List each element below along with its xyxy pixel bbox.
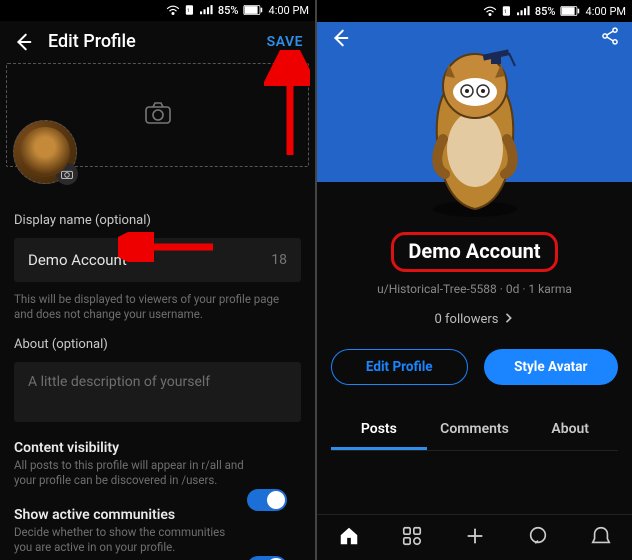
share-icon[interactable] xyxy=(600,26,620,50)
camera-icon xyxy=(145,102,171,128)
style-avatar-label: Style Avatar xyxy=(514,359,587,375)
profile-subline: u/Historical-Tree-5588 · 0d · 1 karma xyxy=(331,282,618,296)
battery-percent: 85% xyxy=(218,4,239,17)
status-bar: 1 85% 4:00 PM xyxy=(317,0,632,22)
page-title: Edit Profile xyxy=(48,31,267,52)
signal-icon xyxy=(200,4,214,16)
battery-icon xyxy=(560,5,580,17)
svg-text:1: 1 xyxy=(187,8,190,14)
sim-icon: 1 xyxy=(501,5,513,17)
wifi-icon xyxy=(483,5,497,17)
about-input[interactable]: A little description of yourself xyxy=(14,362,301,422)
edit-profile-header: Edit Profile SAVE xyxy=(0,21,315,63)
tab-posts[interactable]: Posts xyxy=(331,411,427,450)
svg-text:1: 1 xyxy=(504,9,507,15)
camera-icon xyxy=(56,163,78,185)
avatar-upload[interactable] xyxy=(13,120,77,184)
style-avatar-button[interactable]: Style Avatar xyxy=(484,349,619,385)
followers-label: 0 followers xyxy=(435,312,499,327)
back-arrow-icon[interactable] xyxy=(329,27,351,49)
clock-text: 4:00 PM xyxy=(586,5,626,18)
profile-avatar xyxy=(405,44,545,219)
inbox-icon[interactable] xyxy=(590,525,612,551)
edit-profile-label: Edit Profile xyxy=(366,359,433,375)
create-post-icon[interactable] xyxy=(464,525,486,551)
profile-screen: 1 85% 4:00 PM xyxy=(317,0,632,560)
about-label: About (optional) xyxy=(14,337,301,352)
discover-icon[interactable] xyxy=(401,525,423,551)
wifi-icon xyxy=(166,4,180,16)
show-communities-toggle[interactable] xyxy=(247,556,287,560)
display-name-hint: This will be displayed to viewers of you… xyxy=(14,292,301,323)
display-name-input[interactable]: Demo Account 18 xyxy=(14,238,301,282)
chevron-right-icon xyxy=(504,312,514,327)
status-bar: 1 85% 4:00 PM xyxy=(0,0,315,21)
profile-banner xyxy=(317,22,632,182)
char-count: 18 xyxy=(271,252,287,268)
show-communities-sub: Decide whether to show the communities y… xyxy=(14,525,301,556)
tab-comments[interactable]: Comments xyxy=(427,411,523,450)
edit-profile-button[interactable]: Edit Profile xyxy=(331,349,468,385)
banner-upload-area[interactable] xyxy=(6,63,309,167)
profile-display-name: Demo Account xyxy=(408,239,540,263)
home-icon[interactable] xyxy=(338,525,360,551)
edit-profile-screen: 1 85% 4:00 PM Edit Profile SAVE Display … xyxy=(0,0,315,560)
save-button[interactable]: SAVE xyxy=(267,34,303,50)
sim-icon: 1 xyxy=(184,4,196,16)
followers-link[interactable]: 0 followers xyxy=(435,312,515,327)
about-placeholder: A little description of yourself xyxy=(28,374,210,390)
display-name-label: Display name (optional) xyxy=(14,213,301,228)
signal-icon xyxy=(517,5,531,17)
content-visibility-label: Content visibility xyxy=(14,440,301,456)
content-visibility-sub: All posts to this profile will appear in… xyxy=(14,458,301,489)
display-name-highlight: Demo Account xyxy=(391,232,557,272)
show-communities-label: Show active communities xyxy=(14,507,301,523)
clock-text: 4:00 PM xyxy=(269,4,309,17)
profile-tabs: Posts Comments About xyxy=(331,411,618,451)
battery-icon xyxy=(243,4,263,16)
bottom-nav xyxy=(317,514,632,560)
tab-about[interactable]: About xyxy=(522,411,618,450)
battery-percent: 85% xyxy=(535,5,556,18)
chat-icon[interactable] xyxy=(527,525,549,551)
back-arrow-icon[interactable] xyxy=(12,31,34,53)
display-name-value: Demo Account xyxy=(28,251,271,269)
